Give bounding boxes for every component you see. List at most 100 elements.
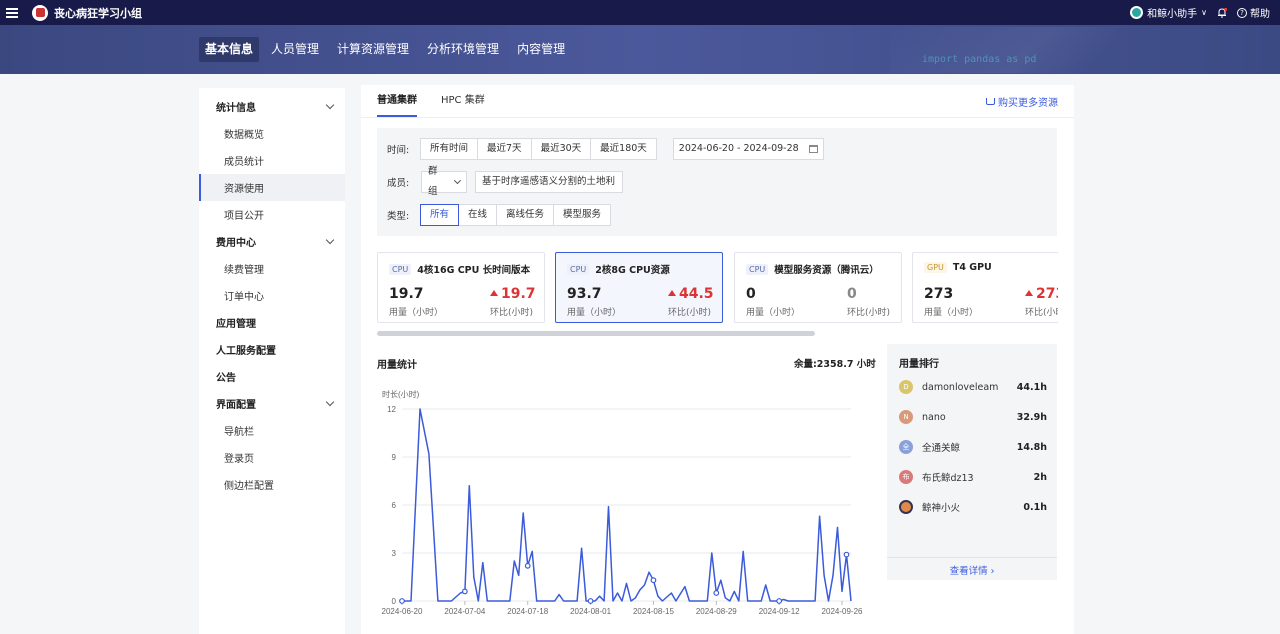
type-option-offline[interactable]: 离线任务 — [496, 204, 555, 226]
resource-card[interactable]: CPU 2核8G CPU资源 93.7 用量（小时） 44.5 环比(小时) — [555, 252, 723, 323]
ranking-value: 0.1h — [1023, 501, 1047, 513]
sidebar: 统计信息 数据概览 成员统计 资源使用 项目公开 费用中心 续费管理 订单中心 … — [199, 88, 345, 634]
resource-name: 模型服务资源（腾讯云） — [774, 265, 879, 276]
remaining-quota: 余量:2358.7 小时 — [794, 359, 876, 370]
sidebar-item-orders[interactable]: 订单中心 — [199, 282, 345, 309]
time-option-all[interactable]: 所有时间 — [420, 138, 479, 160]
time-option-30d[interactable]: 最近30天 — [530, 138, 592, 160]
sidebar-item-public-projects[interactable]: 项目公开 — [199, 201, 345, 228]
tab-hpc-cluster[interactable]: HPC 集群 — [441, 85, 485, 117]
ranking-row[interactable]: 布 布氏鲸dz13 2h — [899, 470, 1047, 484]
user-avatar — [899, 500, 913, 514]
buy-more-link[interactable]: 购买更多资源 — [986, 94, 1058, 109]
resource-card[interactable]: GPU T4 GPU 273 用量（小时） 273 环比(小时) — [912, 252, 1058, 323]
bell-icon[interactable] — [1217, 7, 1227, 18]
ranking-row[interactable]: 鲸神小火 0.1h — [899, 500, 1047, 514]
usage-unit: 用量（小时） — [389, 308, 444, 318]
data-point-marker — [843, 551, 850, 558]
team-name[interactable]: 丧心病狂学习小组 — [54, 5, 142, 21]
type-filter-row: 类型: 所有 在线 离线任务 模型服务 — [387, 204, 612, 226]
hamburger-menu-icon[interactable] — [6, 7, 18, 18]
sidebar-group-ui-config[interactable]: 界面配置 — [199, 390, 345, 417]
date-range-picker[interactable]: 2024-06-20 - 2024-09-28 — [672, 138, 824, 160]
help-link[interactable]: ? 帮助 — [1237, 5, 1270, 20]
time-options: 所有时间 最近7天 最近30天 最近180天 — [420, 138, 657, 160]
ranking-row[interactable]: D damonloveleam 44.1h — [899, 380, 1047, 394]
time-filter-row: 时间: 所有时间 最近7天 最近30天 最近180天 2024-06-20 - … — [387, 138, 824, 160]
nav-basic-info[interactable]: 基本信息 — [199, 37, 260, 62]
user-menu[interactable]: 和鲸小助手 ∨ — [1130, 5, 1207, 20]
sidebar-item-renewal[interactable]: 续费管理 — [199, 255, 345, 282]
sidebar-item-sidebar-config[interactable]: 侧边栏配置 — [199, 471, 345, 498]
resource-badge: CPU — [389, 263, 412, 275]
group-label: 界面配置 — [216, 400, 256, 411]
time-option-180d[interactable]: 最近180天 — [590, 138, 657, 160]
arrow-up-icon — [490, 290, 498, 296]
data-point-marker — [776, 598, 783, 604]
nav-content[interactable]: 内容管理 — [511, 37, 571, 62]
sidebar-item-resource-usage[interactable]: 资源使用 — [199, 174, 345, 201]
sidebar-item-member-stats[interactable]: 成员统计 — [199, 147, 345, 174]
data-point-marker — [713, 590, 720, 596]
ranking-title: 用量排行 — [899, 359, 939, 370]
member-filter-row: 成员: 群组 基于时序遥感语义分割的土地利 — [387, 166, 623, 197]
sidebar-group-announcements[interactable]: 公告 — [199, 363, 345, 390]
member-label: 成员: — [387, 178, 410, 189]
ranking-value: 14.8h — [1016, 441, 1047, 453]
nav-compute-resources[interactable]: 计算资源管理 — [331, 37, 415, 62]
ranking-value: 2h — [1033, 471, 1047, 483]
sidebar-item-overview[interactable]: 数据概览 — [199, 120, 345, 147]
delta-value: 19.7 — [490, 286, 536, 302]
ranking-row[interactable]: 全 全通关鲸 14.8h — [899, 440, 1047, 454]
nav-members[interactable]: 人员管理 — [265, 37, 325, 62]
x-tick-label: 2024-09-26 — [822, 607, 863, 616]
data-point-marker — [524, 562, 531, 569]
card-header: GPU T4 GPU — [924, 262, 992, 273]
view-details-link[interactable]: 查看详情 › — [887, 563, 1057, 577]
type-option-online[interactable]: 在线 — [458, 204, 498, 226]
question-icon: ? — [1237, 7, 1247, 18]
top-bar: 丧心病狂学习小组 和鲸小助手 ∨ ? 帮助 — [0, 0, 1280, 25]
sidebar-item-navbar[interactable]: 导航栏 — [199, 417, 345, 444]
time-label: 时间: — [387, 145, 410, 156]
sidebar-group-service-config[interactable]: 人工服务配置 — [199, 336, 345, 363]
resource-card[interactable]: CPU 模型服务资源（腾讯云） 0 用量（小时） 0 环比(小时) — [734, 252, 902, 323]
time-option-7d[interactable]: 最近7天 — [477, 138, 532, 160]
user-avatar — [1130, 6, 1144, 19]
type-option-all[interactable]: 所有 — [420, 204, 460, 226]
tab-normal-cluster[interactable]: 普通集群 — [377, 85, 417, 117]
buy-more-label: 购买更多资源 — [998, 98, 1058, 109]
cart-icon — [986, 98, 995, 105]
cards-scrollbar[interactable] — [377, 331, 815, 336]
nav-environments[interactable]: 分析环境管理 — [421, 37, 505, 62]
type-options: 所有 在线 离线任务 模型服务 — [420, 204, 612, 226]
sidebar-group-apps[interactable]: 应用管理 — [199, 309, 345, 336]
y-tick-label: 0 — [392, 597, 397, 606]
usage-value: 93.7 — [567, 286, 602, 302]
resource-name: T4 GPU — [952, 262, 992, 273]
usage-line-chart[interactable]: 时长(小时) 0 3 6 9 12 2024-06-20 2024-07-04 2024-07-… — [377, 385, 873, 625]
group-label: 人工服务配置 — [216, 346, 276, 357]
user-avatar: N — [899, 410, 913, 424]
card-header: CPU 2核8G CPU资源 — [567, 262, 670, 276]
team-logo — [32, 4, 48, 21]
group-label: 应用管理 — [216, 319, 256, 330]
delta-value: 44.5 — [668, 286, 714, 302]
member-type-select[interactable]: 群组 — [421, 166, 467, 197]
ratio-label: 环比(小时) — [668, 308, 712, 318]
chevron-down-icon: ∨ — [1201, 8, 1207, 17]
type-option-model-service[interactable]: 模型服务 — [553, 204, 612, 226]
sidebar-group-stats[interactable]: 统计信息 — [199, 93, 345, 120]
ranking-row[interactable]: N nano 32.9h — [899, 410, 1047, 424]
data-point-marker — [399, 598, 405, 604]
sidebar-group-billing[interactable]: 费用中心 — [199, 228, 345, 255]
usage-ranking: 用量排行 D damonloveleam 44.1h N nano 32.9h … — [887, 344, 1057, 580]
ranking-user-name: 布氏鲸dz13 — [922, 473, 974, 484]
banner-decoration — [890, 27, 1250, 73]
sidebar-item-login-page[interactable]: 登录页 — [199, 444, 345, 471]
data-point-marker — [587, 598, 594, 604]
resource-card[interactable]: CPU 4核16G CPU 长时间版本 19.7 用量（小时） 19.7 环比(小… — [377, 252, 545, 323]
arrow-up-icon — [1025, 290, 1033, 296]
member-search-input[interactable]: 基于时序遥感语义分割的土地利 — [475, 171, 623, 193]
resource-badge: GPU — [924, 262, 947, 273]
